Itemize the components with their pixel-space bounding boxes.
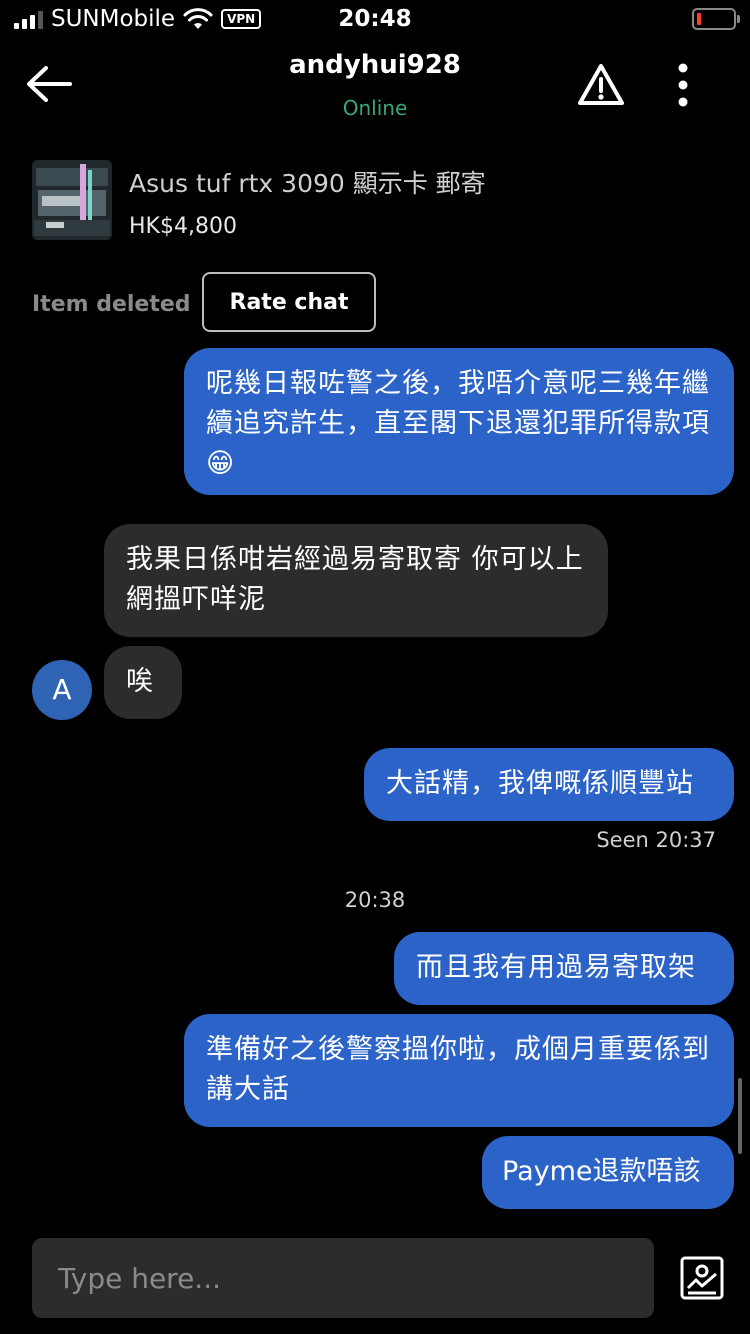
message-outgoing[interactable]: 準備好之後警察搵你啦，成個月重要係到講大話 (184, 1014, 734, 1127)
message-input[interactable] (32, 1238, 654, 1318)
message-outgoing[interactable]: 大話精，我俾嘅係順豐站 (364, 748, 734, 821)
message-outgoing[interactable]: 而且我有用過易寄取架 (394, 932, 734, 1005)
scrollbar[interactable] (738, 1078, 742, 1154)
time-separator: 20:38 (344, 888, 406, 912)
status-time: 20:48 (338, 6, 412, 32)
battery-icon (692, 8, 740, 30)
message-incoming[interactable]: 唉 (104, 646, 182, 719)
avatar[interactable]: A (32, 660, 92, 720)
listing-thumbnail[interactable] (32, 160, 112, 240)
rate-chat-button[interactable]: Rate chat (202, 272, 376, 332)
online-status: Online (342, 96, 408, 120)
listing-image (32, 160, 112, 240)
seen-receipt: Seen 20:37 (596, 828, 716, 852)
warning-icon[interactable] (576, 62, 626, 108)
message-incoming[interactable]: 我果日係咁岩經過易寄取寄 你可以上網搵吓咩泥 (104, 524, 608, 637)
listing-price: HK$4,800 (129, 214, 237, 239)
more-vertical-icon[interactable] (668, 62, 698, 108)
chat-screen: SUNMobile VPN 20:48 andyhui928 Online As… (0, 0, 750, 1334)
status-bar: SUNMobile VPN 20:48 (0, 0, 750, 40)
chat-username[interactable]: andyhui928 (0, 50, 750, 80)
chat-header: andyhui928 Online (0, 44, 750, 134)
photo-icon[interactable] (680, 1256, 724, 1300)
listing-card[interactable]: Asus tuf rtx 3090 顯示卡 郵寄 HK$4,800 (32, 160, 722, 244)
item-deleted-label: Item deleted (32, 292, 191, 317)
message-outgoing[interactable]: 呢幾日報咗警之後，我唔介意呢三幾年繼續追究許生，直至閣下退還犯罪所得款項😁 (184, 348, 734, 495)
listing-title[interactable]: Asus tuf rtx 3090 顯示卡 郵寄 (129, 164, 486, 200)
message-outgoing[interactable]: Payme退款唔該 (482, 1136, 734, 1209)
